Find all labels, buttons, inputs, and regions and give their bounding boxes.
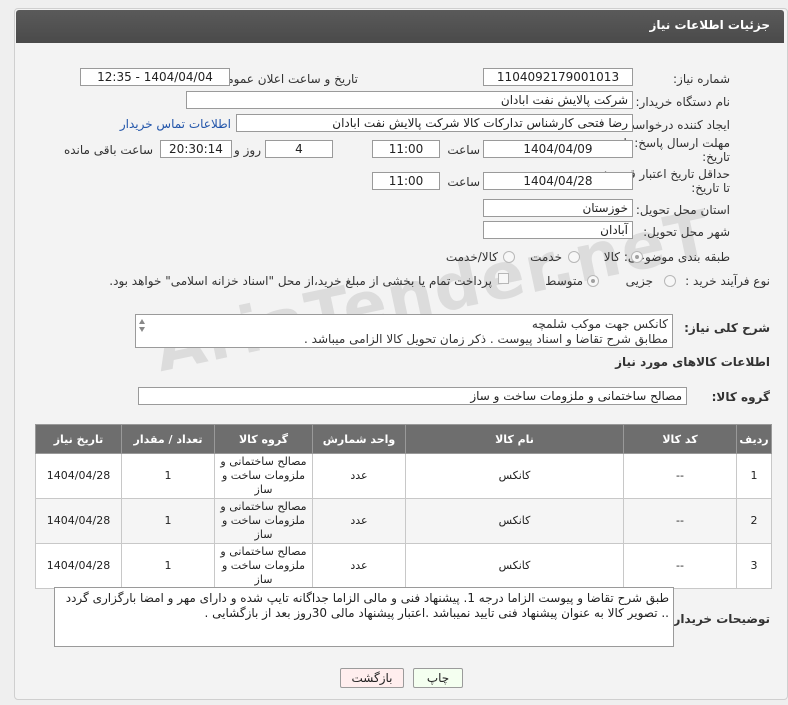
scroll-arrows-icon[interactable] xyxy=(138,317,146,345)
goods-group-field[interactable]: مصالح ساختمانی و ملزومات ساخت و ساز xyxy=(138,387,687,405)
remaining-time-field[interactable]: 20:30:14 xyxy=(160,140,232,158)
table-row[interactable]: 3 -- کانکس عدد مصالح ساختمانی و ملزومات … xyxy=(35,543,772,589)
cell-name: کانکس xyxy=(405,498,624,544)
cell-group: مصالح ساختمانی و ملزومات ساخت و ساز xyxy=(214,543,313,589)
cell-code: -- xyxy=(623,543,737,589)
treasury-payment-checkbox[interactable] xyxy=(498,273,509,284)
days-field[interactable]: 4 xyxy=(265,140,333,158)
category-radio-service[interactable] xyxy=(568,251,580,263)
cell-name: کانکس xyxy=(405,543,624,589)
category-radio-goods[interactable] xyxy=(631,251,643,263)
buyer-notes-textarea[interactable]: طبق شرح تقاضا و پیوست الزاما درجه 1. پیش… xyxy=(54,587,674,647)
col-group: گروه کالا xyxy=(214,424,313,454)
validity-hour-label: ساعت xyxy=(447,175,480,189)
col-unit: واحد شمارش xyxy=(312,424,406,454)
col-code: کد کالا xyxy=(623,424,737,454)
deadline-label-1: مهلت ارسال پاسخ: تا xyxy=(623,136,730,150)
col-date: تاریخ نیاز xyxy=(35,424,122,454)
buyer-org-field[interactable]: شرکت پالایش نفت ابادان xyxy=(186,91,633,109)
city-field[interactable]: آبادان xyxy=(483,221,633,239)
need-number-field[interactable]: 1104092179001013 xyxy=(483,68,633,86)
validity-date-field[interactable]: 1404/04/28 xyxy=(483,172,633,190)
cell-unit: عدد xyxy=(312,498,406,544)
cell-row: 1 xyxy=(736,453,772,499)
cell-unit: عدد xyxy=(312,543,406,589)
remaining-label: ساعت باقی مانده xyxy=(63,143,153,157)
process-radio-medium[interactable] xyxy=(587,275,599,287)
process-option-minor: جزیی xyxy=(625,274,653,288)
cell-qty: 1 xyxy=(121,543,215,589)
cell-name: کانکس xyxy=(405,453,624,499)
process-option-medium: متوسط xyxy=(545,274,583,288)
items-table: ردیف کد کالا نام کالا واحد شمارش گروه کا… xyxy=(35,424,772,589)
buyer-notes-label: توضیحات خریدار: xyxy=(668,612,770,626)
cell-row: 3 xyxy=(736,543,772,589)
province-field[interactable]: خوزستان xyxy=(483,199,633,217)
table-row[interactable]: 1 -- کانکس عدد مصالح ساختمانی و ملزومات … xyxy=(35,453,772,499)
cell-date: 1404/04/28 xyxy=(35,498,122,544)
buyer-org-label: نام دستگاه خریدار: xyxy=(635,95,731,109)
announce-field[interactable]: 1404/04/04 - 12:35 xyxy=(80,68,230,86)
description-line-2: مطابق شرح تقاضا و اسناد پیوست . ذکر زمان… xyxy=(304,332,668,346)
cell-group: مصالح ساختمانی و ملزومات ساخت و ساز xyxy=(214,498,313,544)
cell-qty: 1 xyxy=(121,453,215,499)
description-label: شرح کلی نیاز: xyxy=(684,321,770,335)
col-name: نام کالا xyxy=(405,424,624,454)
creator-label: ایجاد کننده درخواست: xyxy=(619,118,730,132)
cell-code: -- xyxy=(623,453,737,499)
cell-code: -- xyxy=(623,498,737,544)
process-radio-minor[interactable] xyxy=(664,275,676,287)
deadline-time-field[interactable]: 11:00 xyxy=(372,140,440,158)
col-qty: تعداد / مقدار xyxy=(121,424,215,454)
need-number-label: شماره نیاز: xyxy=(673,72,730,86)
deadline-label-2: تاریخ: xyxy=(702,150,730,164)
cell-date: 1404/04/28 xyxy=(35,543,122,589)
category-option-service: خدمت xyxy=(530,250,562,264)
cell-row: 2 xyxy=(736,498,772,544)
col-row: ردیف xyxy=(736,424,772,454)
description-textarea[interactable]: کانکس جهت موکب شلمچه مطابق شرح تقاضا و ا… xyxy=(135,314,673,348)
city-label: شهر محل تحویل: xyxy=(643,225,730,239)
days-label: روز و xyxy=(234,143,261,157)
province-label: استان محل تحویل: xyxy=(635,203,730,217)
creator-field[interactable]: رضا فتحی کارشناس تدارکات کالا شرکت پالای… xyxy=(236,114,633,132)
table-row[interactable]: 2 -- کانکس عدد مصالح ساختمانی و ملزومات … xyxy=(35,498,772,544)
page-header: جزئیات اطلاعات نیاز xyxy=(16,10,784,43)
cell-qty: 1 xyxy=(121,498,215,544)
buyer-notes-text: طبق شرح تقاضا و پیوست الزاما درجه 1. پیش… xyxy=(65,591,669,620)
category-option-goods: کالا xyxy=(603,250,620,264)
description-line-1: کانکس جهت موکب شلمچه xyxy=(531,317,668,331)
page-title: جزئیات اطلاعات نیاز xyxy=(649,18,770,32)
announce-label: تاریخ و ساعت اعلان عمومی: xyxy=(213,72,358,86)
cell-unit: عدد xyxy=(312,453,406,499)
deadline-date-field[interactable]: 1404/04/09 xyxy=(483,140,633,158)
goods-section-title: اطلاعات کالاهای مورد نیاز xyxy=(615,355,770,369)
category-option-both: کالا/خدمت xyxy=(445,250,498,264)
cell-group: مصالح ساختمانی و ملزومات ساخت و ساز xyxy=(214,453,313,499)
print-button[interactable]: چاپ xyxy=(413,668,463,688)
category-radio-both[interactable] xyxy=(503,251,515,263)
table-header-row: ردیف کد کالا نام کالا واحد شمارش گروه کا… xyxy=(35,424,772,454)
back-button[interactable]: بازگشت xyxy=(340,668,404,688)
deadline-hour-label: ساعت xyxy=(447,143,480,157)
cell-date: 1404/04/28 xyxy=(35,453,122,499)
validity-time-field[interactable]: 11:00 xyxy=(372,172,440,190)
goods-group-label: گروه کالا: xyxy=(711,390,770,404)
contact-info-link[interactable]: اطلاعات تماس خریدار xyxy=(120,117,231,131)
validity-label-2: تا تاریخ: xyxy=(691,181,730,195)
treasury-payment-note: پرداخت تمام یا بخشی از مبلغ خرید،از محل … xyxy=(109,274,492,288)
process-label: نوع فرآیند خرید : xyxy=(685,274,770,288)
